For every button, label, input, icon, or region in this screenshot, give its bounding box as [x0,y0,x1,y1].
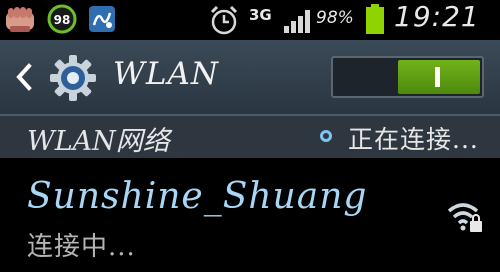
badge-98-icon: 98 [47,4,77,34]
wlan-toggle[interactable] [331,56,484,98]
action-bar: WLAN [0,40,500,116]
network-name: Sunshine_Shuang [27,176,368,217]
app-icon [89,6,115,32]
fist-icon [6,7,34,32]
scan-status: 正在连接... [348,125,479,154]
wifi-locked-icon [447,203,482,232]
network-type-label: 3G [249,6,272,24]
section-title: WLAN网络 [27,126,170,157]
network-status: 连接中... [27,232,136,262]
gear-icon[interactable] [48,53,98,103]
section-header: WLAN网络 正在连接... [0,116,500,158]
status-bar: 98 3G 98% 19:21 [0,0,500,40]
battery-icon [366,4,384,34]
clock: 19:21 [394,0,480,33]
toggle-on-thumb[interactable] [398,60,480,94]
toggle-on-mark [435,67,440,87]
battery-percent: 98% [316,8,354,28]
signal-strength-icon [284,10,310,33]
page-title: WLAN [113,56,219,92]
alarm-clock-icon [210,5,238,35]
scanning-indicator-icon [320,130,332,142]
chevron-left-icon[interactable] [14,62,34,92]
badge-98-label: 98 [54,13,71,27]
list-item[interactable]: Sunshine_Shuang 连接中... [0,158,500,272]
